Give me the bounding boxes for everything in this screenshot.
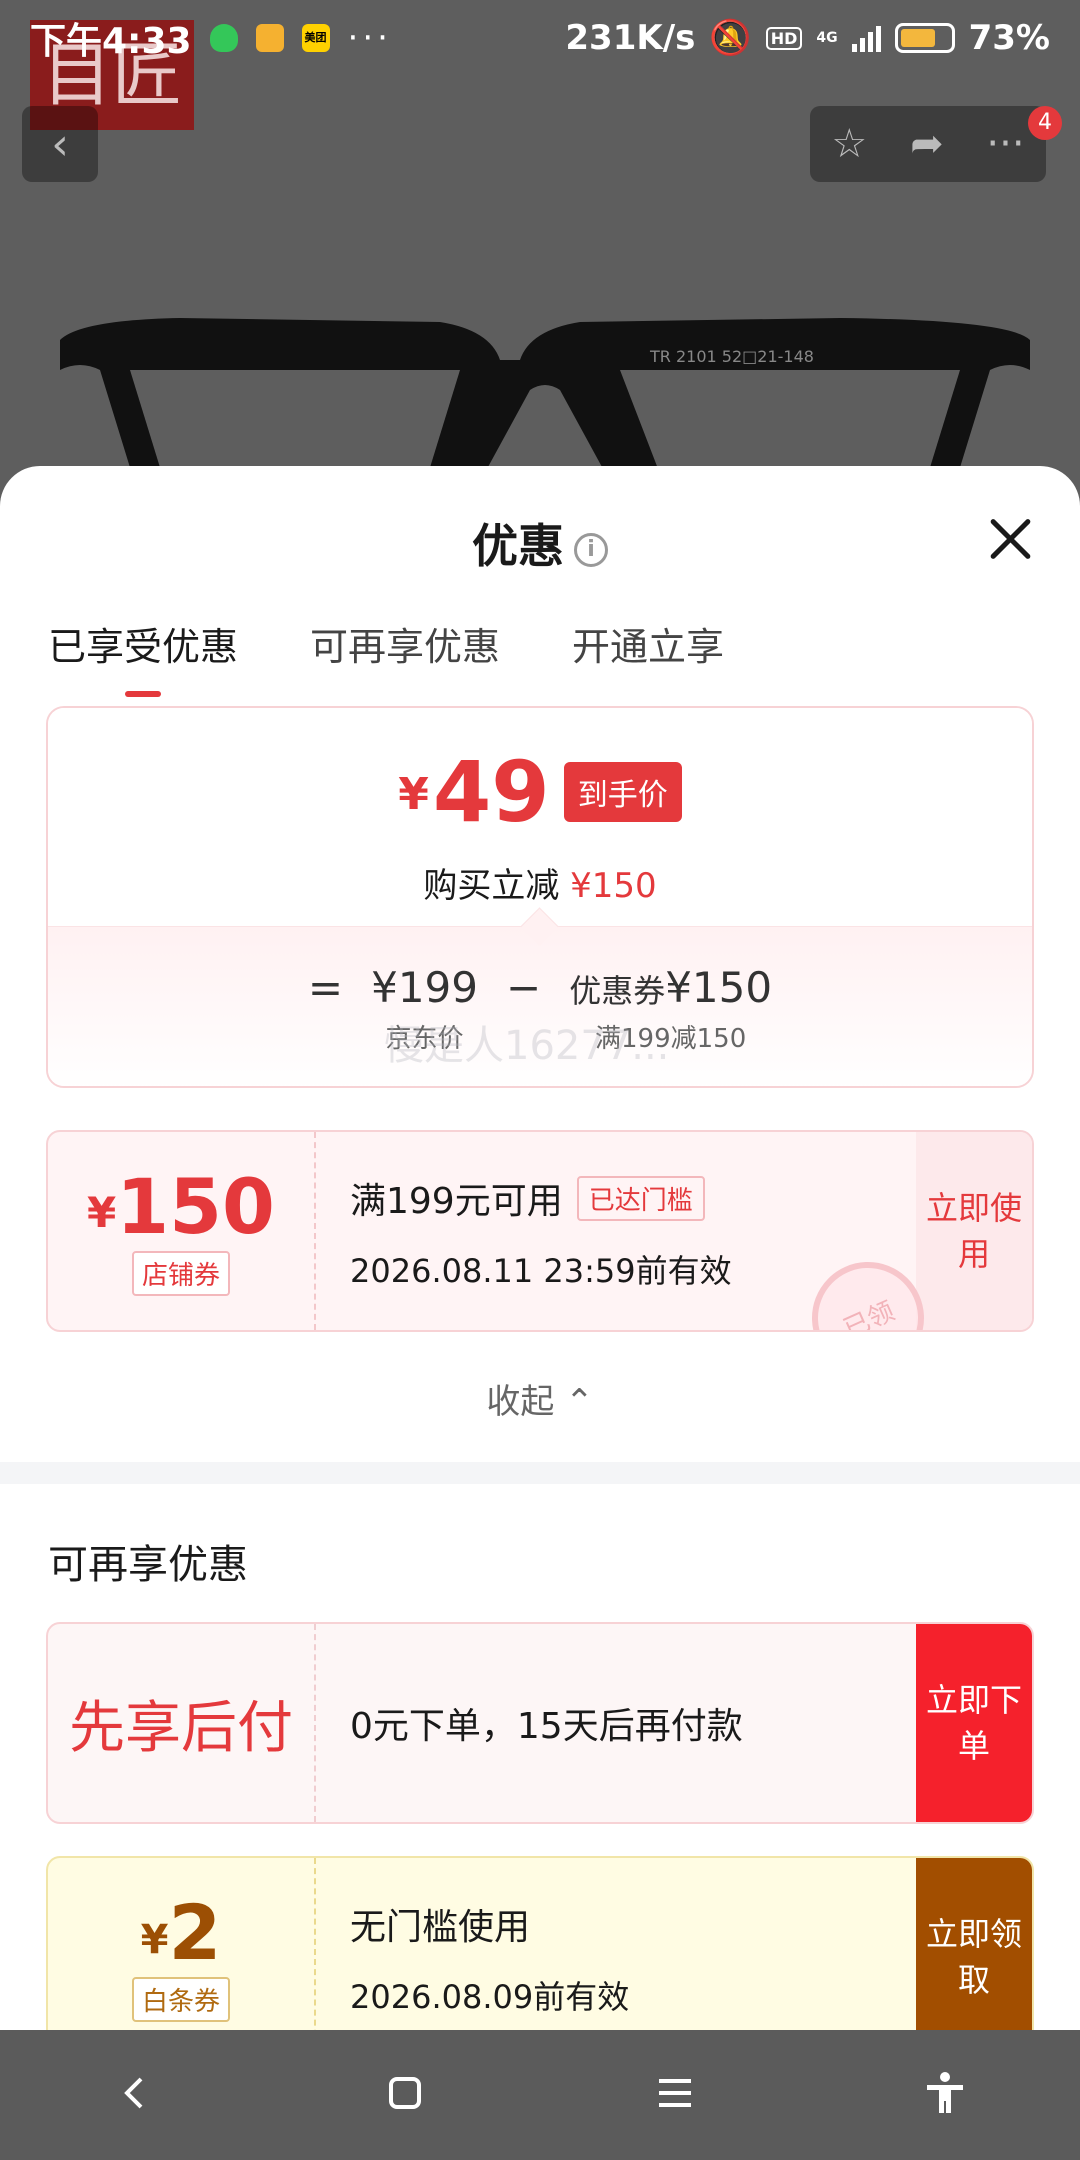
notes-app-icon — [255, 24, 284, 52]
favorite-star-icon[interactable]: ☆ — [831, 121, 867, 167]
final-price-value: 49 — [432, 743, 550, 841]
coupon-condition: 满199元可用 — [350, 1181, 563, 1222]
coupon-amount: ¥ 150 — [87, 1161, 275, 1251]
info-icon[interactable]: i — [574, 532, 608, 567]
save-line: 购买立减 ¥150 — [48, 858, 1032, 907]
coupon-validity: 2026.08.09前有效 — [350, 1978, 630, 2016]
collapse-button[interactable]: 收起 ⌃ — [0, 1374, 1080, 1423]
store-coupon-card: ¥ 150 店铺券 满199元可用 已达门槛 2026.08.11 23:59前… — [46, 1130, 1034, 1332]
pay-later-label: 先享后付 — [69, 1695, 293, 1761]
chevron-left-icon: ‹ — [51, 118, 69, 170]
more-section-title: 可再享优惠 — [48, 1542, 248, 1588]
equals-sign: = — [307, 963, 344, 1012]
status-time: 下午4:33 — [30, 21, 192, 62]
final-price: ¥ 49 到手价 — [48, 750, 1032, 834]
back-button[interactable]: ‹ — [22, 106, 98, 182]
network-type: 4G — [816, 30, 838, 46]
battery-icon — [894, 23, 955, 53]
coupon-type-badge: 店铺券 — [131, 1250, 230, 1296]
coupon-amount-value: 150 — [116, 1161, 275, 1251]
signal-strength-icon — [851, 24, 881, 52]
status-bar: 下午4:33 美团 ··· 231K/s 🔕 HD 4G 73% — [0, 0, 1080, 76]
discount-sheet: 优惠 i 已享受优惠 可再享优惠 开通立享 ¥ 49 到手价 购买立减 ¥150 … — [0, 466, 1080, 2030]
share-icon[interactable]: ➦ — [910, 121, 944, 167]
security-shield-icon — [209, 24, 238, 52]
tab-activate[interactable]: 开通立享 — [572, 616, 724, 697]
coupon-amount-value: 2 — [168, 1887, 222, 1977]
more-icon[interactable]: ··· — [986, 121, 1024, 167]
battery-percent: 73% — [968, 18, 1050, 58]
close-button[interactable] — [984, 512, 1038, 566]
sheet-title-text: 优惠 — [472, 519, 564, 573]
chevron-up-icon: ⌃ — [565, 1382, 594, 1422]
minus-sign: − — [505, 963, 542, 1012]
pay-later-desc: 0元下单，15天后再付款 — [350, 1706, 743, 1747]
system-nav-bar — [0, 2030, 1080, 2160]
pay-later-card: 先享后付 0元下单，15天后再付款 立即下单 — [46, 1622, 1034, 1824]
watermark: 慢是人16277... — [384, 1023, 670, 1069]
mute-bell-icon: 🔕 — [709, 18, 752, 58]
glasses-model-text: TR 2101 52□21-148 — [649, 347, 814, 366]
coupon-title: 无门槛使用 — [350, 1907, 531, 1948]
home-nav-icon[interactable] — [381, 2069, 429, 2121]
save-amount: ¥150 — [570, 866, 657, 906]
coupon-value: ¥150 — [665, 963, 773, 1012]
collapse-label: 收起 — [486, 1382, 555, 1422]
more-notifications-icon: ··· — [347, 18, 392, 58]
baitiao-coupon-card: ¥ 2 白条券 无门槛使用 2026.08.09前有效 立即领取 — [46, 1856, 1034, 2030]
hd-icon: HD — [765, 26, 803, 50]
jd-price: ¥199 — [371, 963, 478, 1012]
order-now-button[interactable]: 立即下单 — [916, 1624, 1032, 1822]
final-price-tag: 到手价 — [563, 762, 682, 822]
coupon-type-badge: 白条券 — [131, 1976, 230, 2022]
currency-symbol: ¥ — [398, 769, 429, 820]
meituan-app-icon: 美团 — [301, 24, 330, 52]
discount-tabs: 已享受优惠 可再享优惠 开通立享 — [48, 616, 724, 697]
accessibility-icon[interactable] — [921, 2069, 969, 2121]
tab-more-available[interactable]: 可再享优惠 — [310, 616, 500, 697]
price-summary-card: ¥ 49 到手价 购买立减 ¥150 = ¥199 京东价 − 优惠券¥150 … — [46, 706, 1034, 1088]
currency-symbol: ¥ — [140, 1916, 169, 1963]
use-now-button[interactable]: 立即使用 — [916, 1132, 1032, 1330]
save-label: 购买立减 — [423, 866, 560, 906]
section-divider — [0, 1462, 1080, 1484]
coupon-label: 优惠券 — [569, 972, 666, 1010]
top-toolbar: ☆ ➦ ··· — [810, 106, 1046, 182]
back-nav-icon[interactable] — [111, 2069, 159, 2121]
sheet-title: 优惠 i — [0, 510, 1080, 576]
network-speed: 231K/s — [565, 18, 696, 58]
tab-enjoyed[interactable]: 已享受优惠 — [48, 616, 238, 697]
currency-symbol: ¥ — [87, 1187, 117, 1237]
threshold-met-badge: 已达门槛 — [576, 1175, 705, 1221]
claim-now-button[interactable]: 立即领取 — [916, 1858, 1032, 2030]
coupon-amount: ¥ 2 — [140, 1887, 222, 1977]
message-count-badge: 4 — [1028, 106, 1062, 140]
recent-apps-icon[interactable] — [651, 2069, 699, 2121]
